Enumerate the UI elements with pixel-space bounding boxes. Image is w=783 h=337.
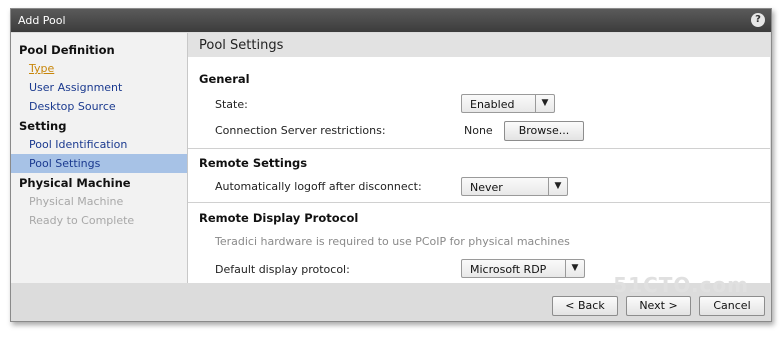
nav-item-pool-settings[interactable]: Pool Settings — [29, 157, 100, 170]
panel-title: Pool Settings — [199, 38, 284, 53]
title-bar: Add Pool ? — [11, 9, 771, 32]
state-select[interactable]: Enabled ▼ — [461, 94, 555, 113]
wizard-sidebar: Pool Definition Type User Assignment Des… — [11, 33, 188, 283]
nav-item-pool-identification[interactable]: Pool Identification — [29, 138, 127, 151]
help-icon[interactable]: ? — [751, 13, 765, 27]
chevron-down-icon: ▼ — [565, 260, 584, 277]
restrictions-value: None — [464, 124, 493, 137]
state-label: State: — [215, 98, 248, 111]
state-value: Enabled — [470, 98, 515, 111]
nav-item-ready-to-complete: Ready to Complete — [29, 214, 135, 227]
nav-heading-setting: Setting — [19, 119, 67, 133]
logoff-label: Automatically logoff after disconnect: — [215, 180, 422, 193]
nav-item-desktop-source[interactable]: Desktop Source — [29, 100, 116, 113]
browse-button[interactable]: Browse... — [504, 121, 584, 141]
add-pool-dialog: Add Pool ? Pool Definition Type User Ass… — [10, 8, 772, 322]
main-panel: Pool Settings General State: Enabled ▼ C… — [188, 33, 770, 283]
pcoip-note: Teradici hardware is required to use PCo… — [215, 235, 570, 248]
logoff-value: Never — [470, 181, 503, 194]
window-title: Add Pool — [18, 14, 66, 27]
section-remote-settings: Remote Settings — [199, 156, 308, 170]
nav-item-user-assignment[interactable]: User Assignment — [29, 81, 122, 94]
section-general: General — [199, 72, 250, 86]
protocol-select[interactable]: Microsoft RDP ▼ — [461, 259, 585, 278]
nav-heading-physical-machine: Physical Machine — [19, 176, 131, 190]
protocol-label: Default display protocol: — [215, 263, 350, 276]
back-button[interactable]: < Back — [552, 296, 618, 316]
next-button[interactable]: Next > — [626, 296, 691, 316]
chevron-down-icon: ▼ — [535, 95, 554, 112]
protocol-value: Microsoft RDP — [470, 263, 547, 276]
divider — [188, 148, 770, 149]
nav-heading-pool-definition: Pool Definition — [19, 43, 115, 57]
chevron-down-icon: ▼ — [548, 178, 567, 195]
panel-header: Pool Settings — [188, 33, 770, 57]
nav-item-type[interactable]: Type — [29, 62, 54, 75]
cancel-button[interactable]: Cancel — [699, 296, 765, 316]
watermark: 51CTO.com — [613, 273, 749, 297]
nav-item-physical-machine: Physical Machine — [29, 195, 124, 208]
section-remote-display-protocol: Remote Display Protocol — [199, 211, 359, 225]
restrictions-label: Connection Server restrictions: — [215, 124, 386, 137]
divider — [188, 202, 770, 203]
logoff-select[interactable]: Never ▼ — [461, 177, 568, 196]
